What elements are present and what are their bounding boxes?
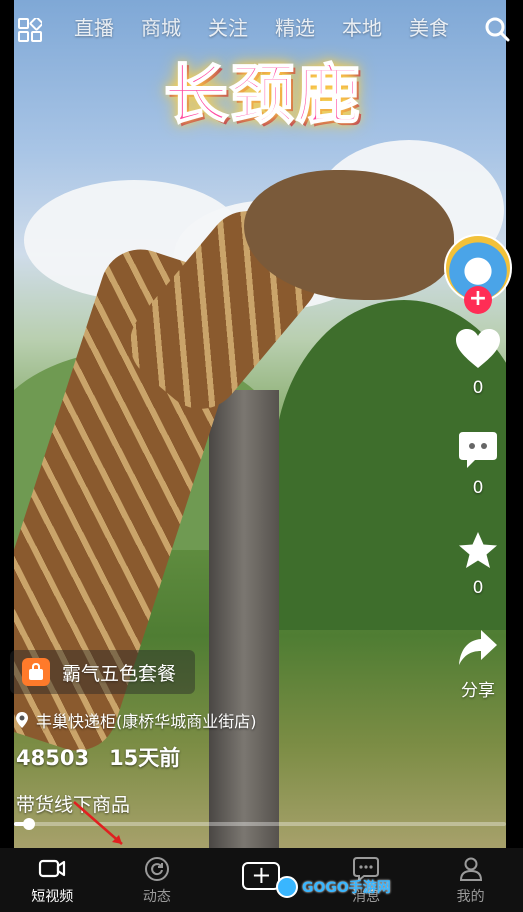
product-name: 霸气五色套餐 [62, 662, 177, 685]
like-button[interactable]: 0 [440, 328, 516, 398]
video-stats: 48503 15天前 [16, 742, 180, 772]
share-button[interactable]: 分享 [440, 628, 516, 701]
bottom-tab-bar: 短视频 动态 + 消息 我的 [0, 848, 523, 912]
tab-live[interactable]: 直播 [74, 12, 141, 41]
tab-short-video[interactable]: 短视频 [0, 848, 105, 912]
heart-icon [456, 329, 500, 368]
tab-short-video-label: 短视频 [31, 889, 74, 905]
product-card[interactable]: 霸气五色套餐 [10, 650, 195, 694]
tab-moments[interactable]: 动态 [105, 848, 210, 912]
search-icon[interactable] [484, 16, 510, 42]
tab-profile-label: 我的 [456, 889, 485, 905]
tab-featured[interactable]: 精选 [275, 12, 342, 41]
comment-icon [459, 432, 497, 468]
tab-moments-label: 动态 [142, 889, 171, 905]
red-arrow-annotation [73, 801, 123, 845]
tab-profile[interactable]: 我的 [418, 848, 523, 912]
share-label: 分享 [461, 681, 495, 701]
star-icon [459, 532, 497, 568]
post-time: 15天前 [109, 746, 181, 770]
app-screen: 直播 商城 关注 精选 本地 美食 长颈鹿 + 0 0 0 分享 霸气五色套餐 … [0, 0, 523, 912]
refresh-circle-icon [144, 857, 169, 881]
category-tabs: 直播 商城 关注 精选 本地 美食 [74, 12, 476, 41]
shopping-bag-icon [22, 658, 50, 686]
video-title: 长颈鹿 [163, 57, 362, 134]
watermark-text: GOGO手游网 [302, 880, 391, 896]
like-count: 0 [472, 378, 484, 398]
follow-button[interactable]: + [464, 286, 492, 314]
video-camera-icon [39, 859, 66, 878]
share-arrow-icon [459, 630, 497, 665]
plus-icon: + [242, 862, 281, 890]
tab-local[interactable]: 本地 [342, 12, 409, 41]
progress-knob[interactable] [22, 818, 35, 830]
tab-follow[interactable]: 关注 [208, 12, 275, 41]
tab-mall[interactable]: 商城 [141, 12, 208, 41]
site-watermark: GOGO手游网 [276, 876, 391, 898]
grid-icon[interactable] [18, 18, 42, 42]
favorite-count: 0 [472, 578, 484, 598]
tab-food[interactable]: 美食 [409, 12, 476, 41]
location-text: 丰巢快递柜(康桥华城商业街店) [36, 712, 257, 731]
watermark-logo-icon [276, 876, 298, 898]
profile-icon [459, 857, 482, 881]
view-count: 48503 [16, 746, 90, 770]
favorite-button[interactable]: 0 [440, 530, 516, 598]
comment-button[interactable]: 0 [440, 430, 516, 498]
location-tag[interactable]: 丰巢快递柜(康桥华城商业街店) [14, 708, 257, 732]
comment-count: 0 [472, 478, 484, 498]
location-pin-icon [16, 712, 28, 728]
